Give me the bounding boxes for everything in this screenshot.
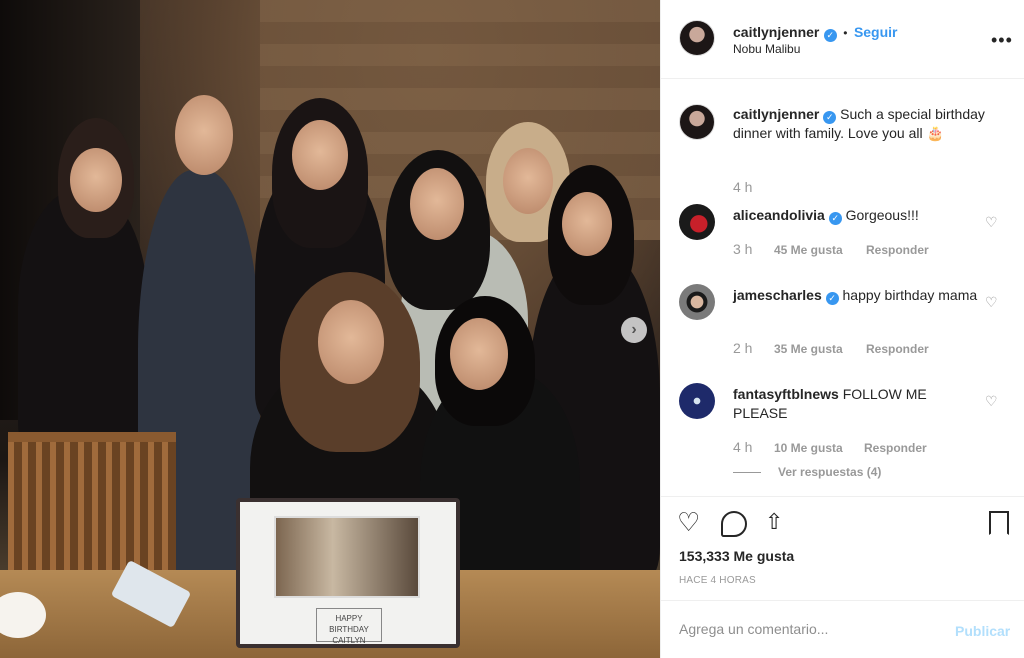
separator-dot: •: [843, 26, 848, 40]
post-header: caitlynjenner ✓ • Seguir Nobu Malibu •••: [661, 0, 1024, 79]
birthday-cake: HAPPY BIRTHDAY CAITLYN: [236, 498, 460, 648]
post-actions: ♡ ⇧ 153,333 Me gusta HACE 4 HORAS: [661, 496, 1024, 600]
like-heart-icon[interactable]: ♡: [677, 509, 700, 535]
post-photo[interactable]: HAPPY BIRTHDAY CAITLYN ›: [0, 0, 660, 658]
face: [410, 168, 464, 240]
reply-button[interactable]: Responder: [866, 342, 929, 356]
cake-photo-print: [274, 516, 420, 598]
more-options-icon[interactable]: •••: [991, 30, 1013, 51]
avatar[interactable]: [679, 284, 715, 320]
face: [175, 95, 233, 175]
comment: jamescharles ✓ happy birthday mama: [733, 286, 981, 305]
author-username[interactable]: caitlynjenner: [733, 24, 819, 40]
comment-username[interactable]: fantasyftblnews: [733, 386, 839, 402]
comment-icon[interactable]: [721, 511, 747, 537]
comment-username[interactable]: jamescharles: [733, 287, 822, 303]
face: [562, 192, 612, 256]
next-photo-button[interactable]: ›: [621, 317, 647, 343]
reply-button[interactable]: Responder: [866, 243, 929, 257]
comment-time[interactable]: 4 h: [733, 439, 752, 455]
wooden-chair: [8, 432, 176, 582]
cake-label: HAPPY BIRTHDAY CAITLYN: [316, 608, 382, 645]
comment-text: happy birthday mama: [842, 287, 978, 303]
face: [292, 120, 348, 190]
avatar[interactable]: [679, 20, 715, 56]
comment-text: Gorgeous!!!: [845, 207, 919, 223]
avatar[interactable]: [679, 383, 715, 419]
avatar[interactable]: [679, 104, 715, 140]
avatar[interactable]: [679, 204, 715, 240]
verified-badge-icon: ✓: [823, 111, 837, 124]
post-panel: caitlynjenner ✓ • Seguir Nobu Malibu •••…: [660, 0, 1024, 658]
comment-composer: Publicar: [661, 600, 1024, 658]
caption-username[interactable]: caitlynjenner: [733, 106, 819, 122]
comment-time[interactable]: 2 h: [733, 340, 752, 356]
chevron-right-icon: ›: [631, 321, 637, 338]
like-comment-heart-icon[interactable]: ♡: [985, 394, 999, 408]
face: [70, 148, 122, 212]
like-comment-heart-icon[interactable]: ♡: [985, 295, 999, 309]
publish-button[interactable]: Publicar: [955, 623, 1010, 639]
face: [450, 318, 508, 390]
reply-button[interactable]: Responder: [864, 441, 927, 455]
comment: fantasyftblnews FOLLOW ME PLEASE: [733, 385, 963, 423]
like-comment-heart-icon[interactable]: ♡: [985, 215, 999, 229]
bookmark-icon[interactable]: [989, 511, 1009, 535]
follow-button[interactable]: Seguir: [854, 24, 898, 40]
comments-list[interactable]: caitlynjenner ✓ Such a special birthday …: [661, 80, 1024, 496]
share-icon[interactable]: ⇧: [765, 509, 783, 535]
verified-badge-icon: ✓: [828, 212, 842, 225]
replies-divider: [733, 472, 761, 473]
comment-likes[interactable]: 45 Me gusta: [774, 243, 843, 257]
comment-time[interactable]: 3 h: [733, 241, 752, 257]
comment-input[interactable]: [679, 621, 939, 637]
caption: caitlynjenner ✓ Such a special birthday …: [733, 105, 1001, 143]
caption-time[interactable]: 4 h: [733, 179, 752, 195]
comment: aliceandolivia ✓ Gorgeous!!!: [733, 206, 973, 225]
comment-likes[interactable]: 35 Me gusta: [774, 342, 843, 356]
comment-likes[interactable]: 10 Me gusta: [774, 441, 843, 455]
post-time[interactable]: HACE 4 HORAS: [679, 575, 756, 586]
location-link[interactable]: Nobu Malibu: [733, 42, 800, 56]
comment-username[interactable]: aliceandolivia: [733, 207, 825, 223]
verified-badge-icon: ✓: [823, 29, 837, 42]
header-title-row: caitlynjenner ✓ • Seguir: [733, 24, 898, 42]
face: [503, 148, 553, 214]
verified-badge-icon: ✓: [825, 292, 839, 305]
view-replies-button[interactable]: Ver respuestas (4): [778, 465, 881, 479]
likes-count[interactable]: 153,333 Me gusta: [679, 548, 794, 564]
face: [318, 300, 384, 384]
